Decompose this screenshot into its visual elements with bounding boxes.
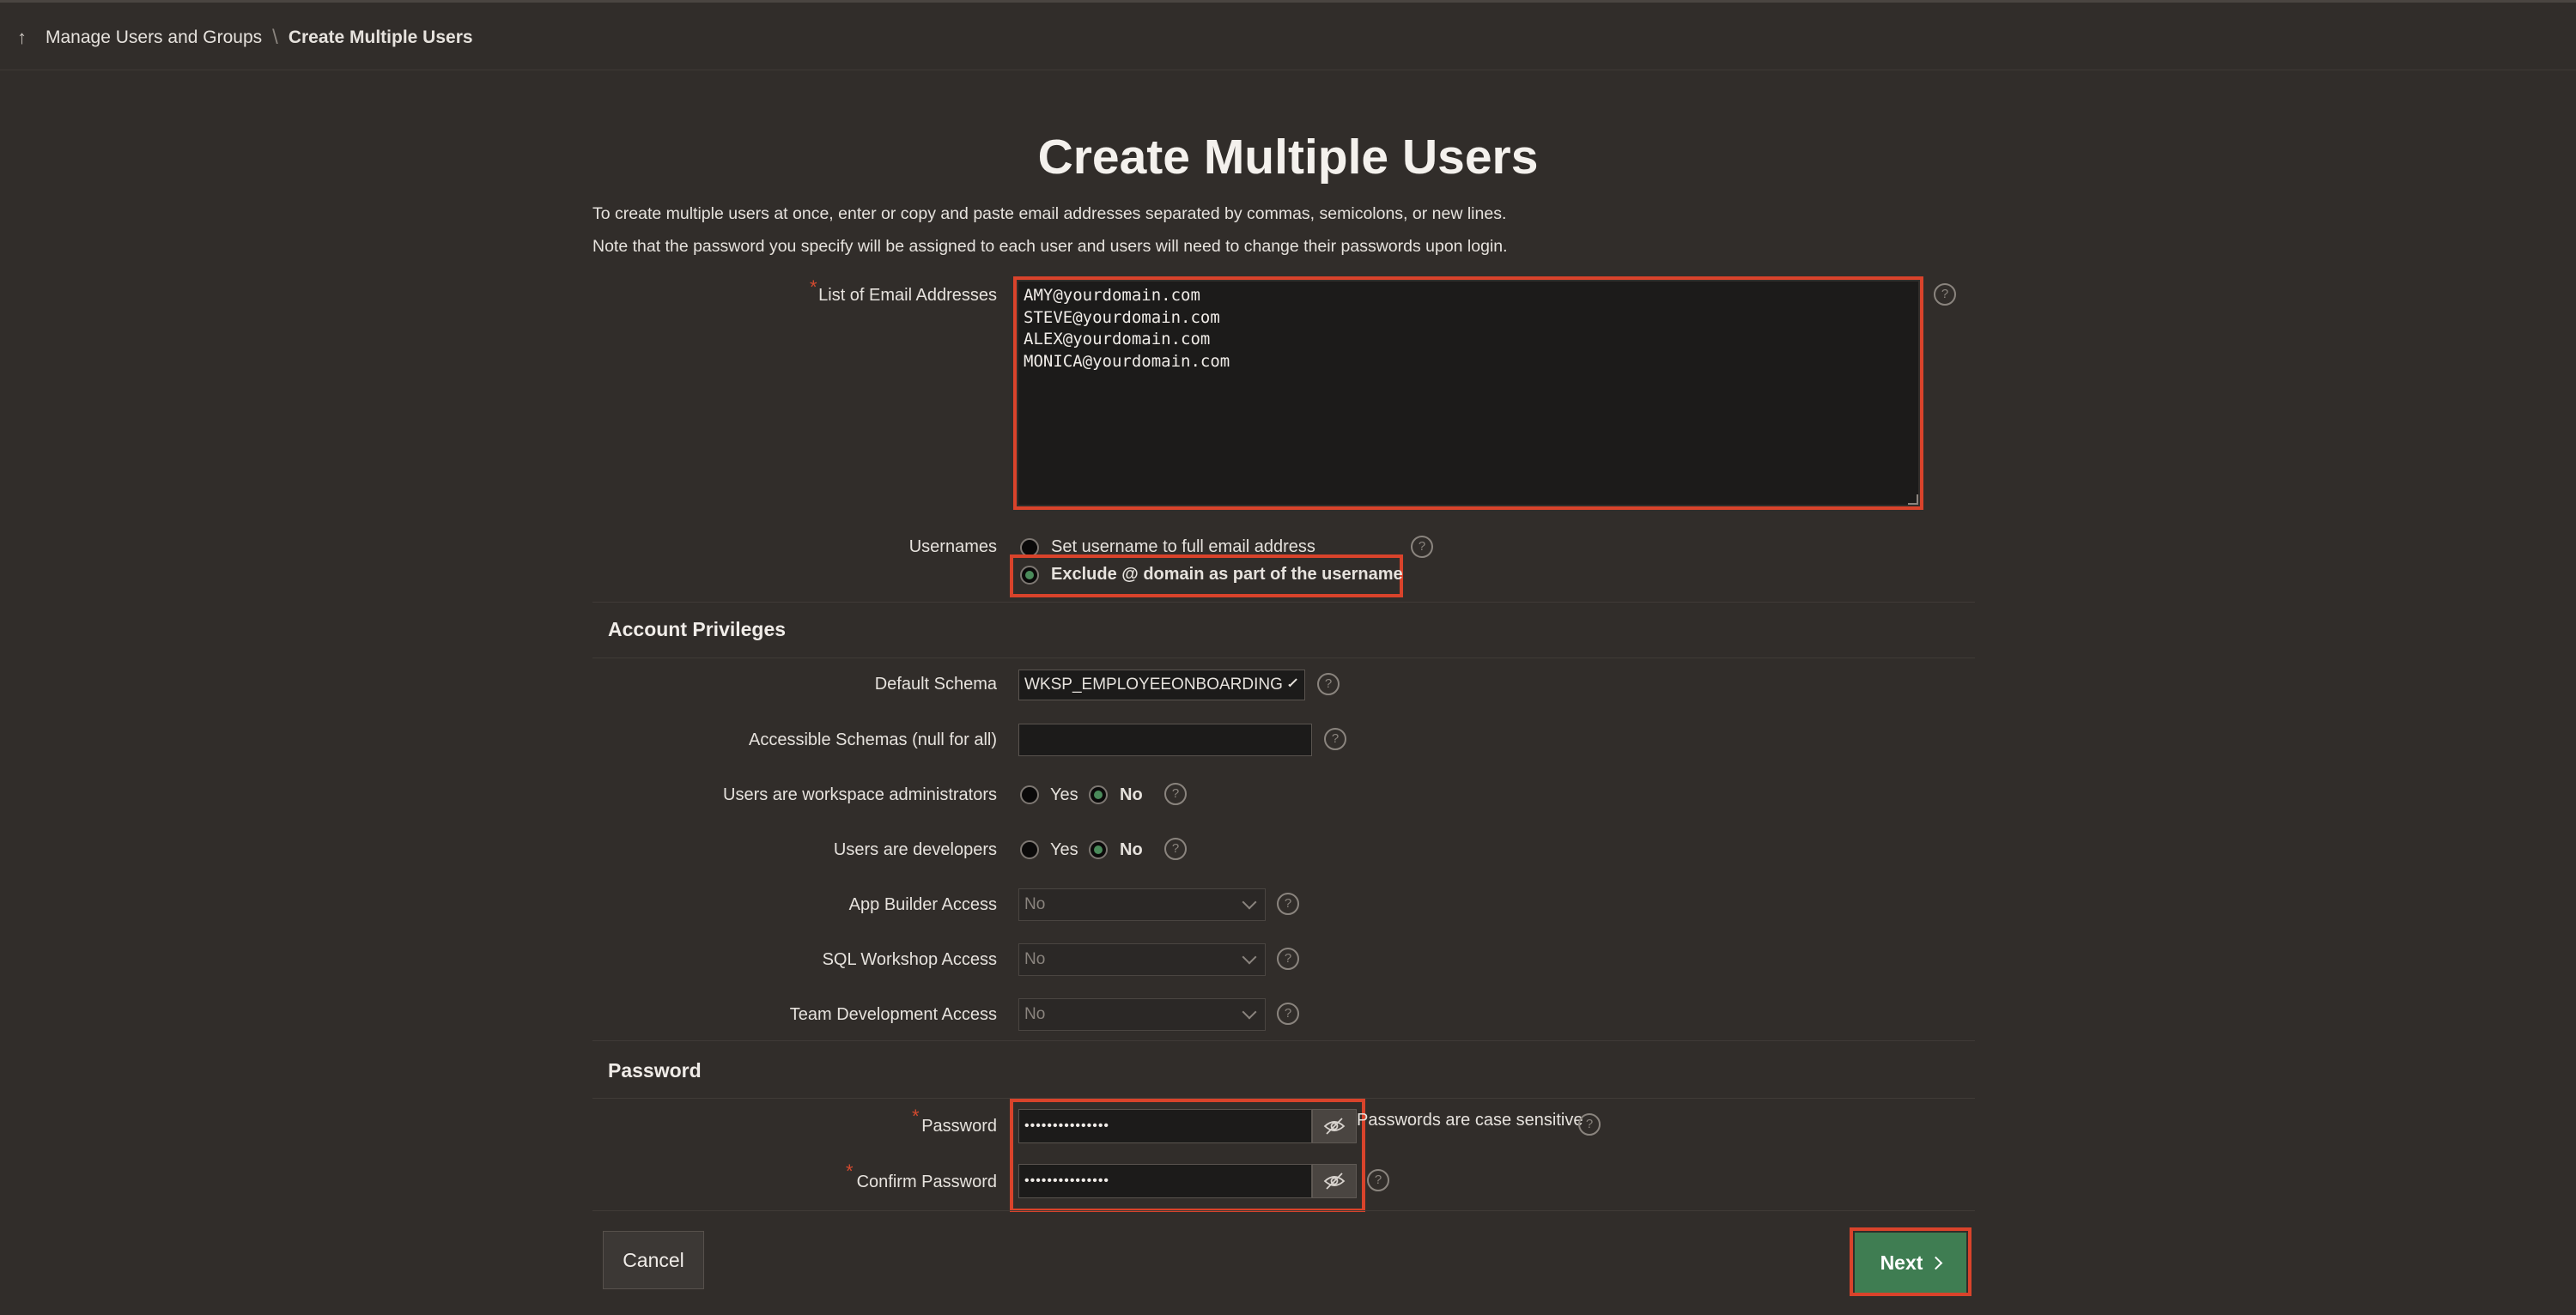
help-icon[interactable]: ? <box>1411 536 1433 558</box>
default-schema-value: WKSP_EMPLOYEEONBOARDING <box>1024 676 1283 694</box>
next-button[interactable]: Next <box>1855 1233 1966 1293</box>
radio-developers-yes-label[interactable]: Yes <box>1050 840 1078 860</box>
account-privileges-title: Account Privileges <box>608 618 787 640</box>
confirm-password-label: Confirm Password <box>856 1173 997 1191</box>
divider <box>592 602 1975 603</box>
email-list-textarea[interactable]: AMY@yourdomain.com STEVE@yourdomain.com … <box>1018 282 1918 505</box>
confirm-password-input[interactable]: ••••••••••••••• <box>1018 1164 1312 1198</box>
radio-developers-no-label[interactable]: No <box>1120 840 1143 860</box>
breadcrumb-separator: \ <box>272 26 278 49</box>
team-dev-label: Team Development Access <box>789 1005 997 1024</box>
next-button-label: Next <box>1880 1251 1923 1274</box>
app-builder-value: No <box>1024 895 1046 913</box>
radio-developers-no[interactable] <box>1089 840 1108 859</box>
help-icon[interactable]: ? <box>1277 1003 1299 1025</box>
chevron-down-icon <box>1288 677 1297 688</box>
sql-workshop-select[interactable]: No <box>1018 943 1266 976</box>
help-icon[interactable]: ? <box>1317 673 1340 695</box>
help-icon[interactable]: ? <box>1277 893 1299 915</box>
divider <box>592 1210 1975 1211</box>
app-builder-select[interactable]: No <box>1018 888 1266 921</box>
default-schema-label: Default Schema <box>874 675 997 694</box>
help-icon[interactable]: ? <box>1277 948 1299 970</box>
sql-workshop-label: SQL Workshop Access <box>822 950 997 969</box>
chevron-right-icon <box>1929 1256 1943 1270</box>
email-list-label: List of Email Addresses <box>818 286 997 305</box>
page-title: Create Multiple Users <box>1037 130 1539 185</box>
radio-exclude-domain[interactable] <box>1020 566 1039 585</box>
toggle-password-visibility-button[interactable] <box>1312 1109 1357 1143</box>
team-dev-select[interactable]: No <box>1018 998 1266 1031</box>
help-icon[interactable]: ? <box>1324 728 1346 750</box>
chevron-down-icon <box>1242 1004 1257 1020</box>
help-icon[interactable]: ? <box>1367 1169 1389 1191</box>
radio-admins-yes[interactable] <box>1020 785 1039 804</box>
password-input[interactable]: ••••••••••••••• <box>1018 1109 1312 1143</box>
cancel-button-label: Cancel <box>623 1248 684 1271</box>
intro-text-1: To create multiple users at once, enter … <box>592 204 1507 223</box>
chevron-down-icon <box>1242 949 1257 965</box>
password-note: Passwords are case sensitive <box>1357 1111 1583 1130</box>
chevron-down-icon <box>1242 894 1257 910</box>
help-icon[interactable]: ? <box>1934 283 1956 306</box>
intro-text-2: Note that the password you specify will … <box>592 237 1508 256</box>
password-label: Password <box>921 1117 997 1136</box>
radio-admins-no[interactable] <box>1089 785 1108 804</box>
resize-handle-icon[interactable] <box>1908 494 1918 505</box>
radio-developers-yes[interactable] <box>1020 840 1039 859</box>
team-dev-value: No <box>1024 1005 1046 1023</box>
radio-admins-yes-label[interactable]: Yes <box>1050 785 1078 805</box>
developers-label: Users are developers <box>833 840 997 859</box>
top-border <box>0 0 2576 3</box>
help-icon[interactable]: ? <box>1164 838 1187 860</box>
divider <box>592 1040 1975 1041</box>
breadcrumb: ↑ Manage Users and Groups \ Create Multi… <box>17 21 473 55</box>
radio-admins-no-label[interactable]: No <box>1120 785 1143 805</box>
cancel-button[interactable]: Cancel <box>603 1231 704 1289</box>
sql-workshop-value: No <box>1024 950 1046 968</box>
radio-exclude-domain-label[interactable]: Exclude @ domain as part of the username <box>1051 565 1403 585</box>
password-section-title: Password <box>608 1059 702 1082</box>
eye-slash-icon <box>1323 1173 1346 1190</box>
breadcrumb-current: Create Multiple Users <box>288 27 473 47</box>
help-icon[interactable]: ? <box>1578 1113 1601 1136</box>
toggle-confirm-visibility-button[interactable] <box>1312 1164 1357 1198</box>
eye-slash-icon <box>1323 1118 1346 1135</box>
arrow-up-icon[interactable]: ↑ <box>17 27 27 49</box>
breadcrumb-parent-link[interactable]: Manage Users and Groups <box>46 27 262 48</box>
accessible-schemas-input[interactable] <box>1018 724 1312 756</box>
usernames-label: Usernames <box>908 537 997 556</box>
workspace-admins-label: Users are workspace administrators <box>723 785 997 804</box>
default-schema-select[interactable]: WKSP_EMPLOYEEONBOARDING <box>1018 670 1305 700</box>
app-builder-label: App Builder Access <box>848 895 997 914</box>
help-icon[interactable]: ? <box>1164 783 1187 805</box>
accessible-schemas-label: Accessible Schemas (null for all) <box>749 730 997 749</box>
